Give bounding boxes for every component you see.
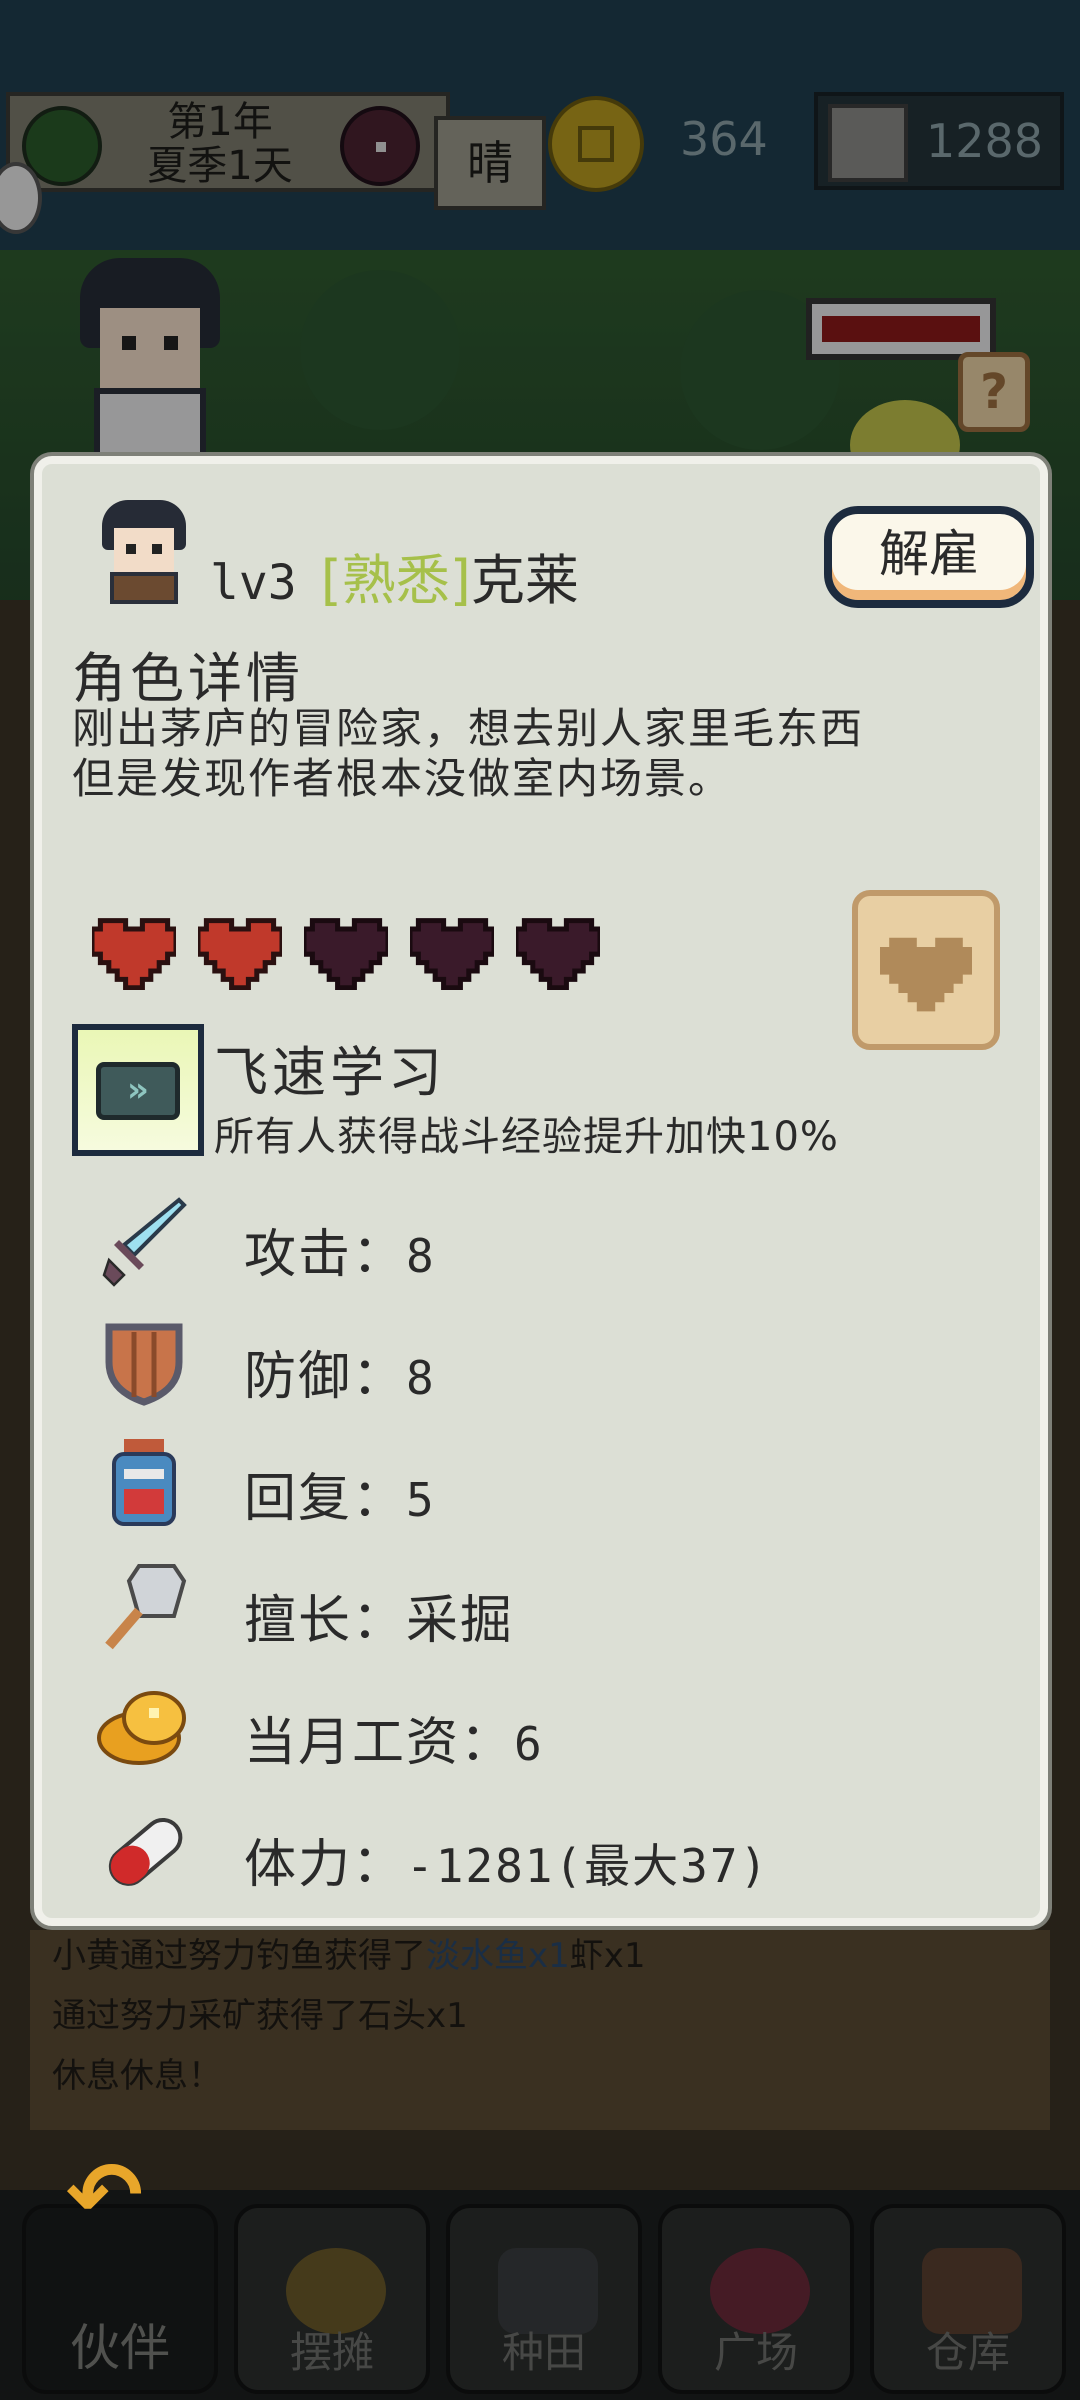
stat-specialty: 擅长：采掘 xyxy=(72,1550,1032,1660)
section-title: 角色详情 xyxy=(72,647,304,710)
stat-attack: 攻击：8 xyxy=(72,1184,1032,1294)
stat-value: -1281(最大37) xyxy=(406,1839,770,1893)
back-arrow-icon[interactable]: ↶ xyxy=(66,2150,170,2242)
stat-salary: 当月工资：6 xyxy=(72,1672,1032,1782)
sword-icon xyxy=(102,1197,187,1287)
skill-icon: » xyxy=(72,1024,204,1156)
character-description: 刚出茅庐的冒险家，想去别人家里毛东西 但是发现作者根本没做室内场景。 xyxy=(72,704,1032,804)
stat-label: 擅长： xyxy=(244,1591,407,1651)
character-avatar xyxy=(96,500,192,604)
stat-label: 当月工资： xyxy=(244,1713,515,1773)
character-level: lv3 xyxy=(210,555,297,611)
heart-empty-icon xyxy=(301,910,391,991)
stat-label: 回复： xyxy=(244,1469,407,1529)
backpack-icon xyxy=(112,1439,176,1526)
stat-defense: 防御：8 xyxy=(72,1306,1032,1416)
character-name-line: lv3 [熟悉]克莱 xyxy=(210,536,579,615)
heart-filled-icon xyxy=(195,910,285,991)
skill-name: 飞速学习 xyxy=(214,1041,446,1104)
character-name: 克莱 xyxy=(470,549,579,612)
stat-label: 攻击： xyxy=(244,1225,407,1285)
stat-value: 5 xyxy=(406,1473,436,1527)
stat-value: 8 xyxy=(406,1229,436,1283)
stat-value: 8 xyxy=(406,1351,436,1405)
fire-button[interactable]: 解雇 xyxy=(824,506,1034,608)
stat-value: 采掘 xyxy=(406,1591,515,1651)
shovel-icon xyxy=(105,1564,187,1650)
heart-icon xyxy=(880,937,972,1012)
description-line: 刚出茅庐的冒险家，想去别人家里毛东西 xyxy=(72,704,865,753)
stat-value: 6 xyxy=(514,1717,544,1771)
stat-label: 防御： xyxy=(244,1347,407,1407)
pill-icon xyxy=(108,1817,183,1886)
gift-affection-button[interactable] xyxy=(852,890,1000,1050)
fast-forward-icon: » xyxy=(96,1062,180,1120)
familiarity-tag: [熟悉] xyxy=(320,549,471,612)
character-detail-dialog: lv3 [熟悉]克莱 解雇 角色详情 刚出茅庐的冒险家，想去别人家里毛东西 但是发… xyxy=(34,456,1048,1926)
heart-filled-icon xyxy=(89,910,179,991)
stat-label: 体力： xyxy=(244,1835,407,1895)
heart-empty-icon xyxy=(407,910,497,991)
skill-description: 所有人获得战斗经验提升加快10% xyxy=(214,1114,839,1160)
heart-empty-icon xyxy=(513,910,603,991)
stat-recovery: 回复：5 xyxy=(72,1428,1032,1538)
description-line: 但是发现作者根本没做室内场景。 xyxy=(72,754,733,803)
affection-hearts xyxy=(89,910,652,1000)
gold-coins-icon xyxy=(97,1691,186,1765)
stat-stamina: 体力：-1281(最大37) xyxy=(72,1794,1032,1904)
shield-icon xyxy=(105,1323,183,1406)
